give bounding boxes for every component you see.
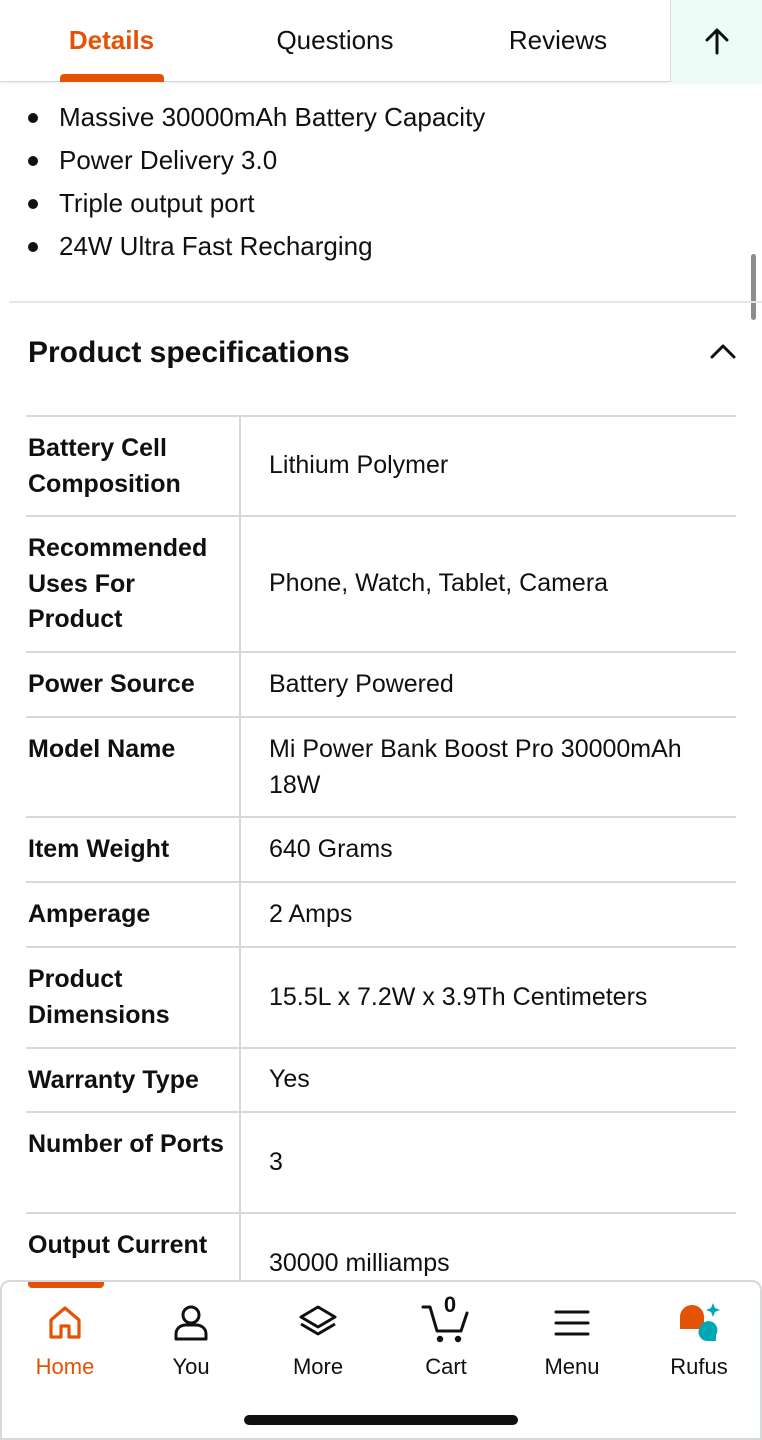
nav-label: You bbox=[172, 1354, 210, 1379]
spec-key: Recommended Uses For Product bbox=[26, 517, 241, 651]
chevron-up-icon bbox=[710, 344, 736, 359]
home-indicator bbox=[244, 1415, 518, 1425]
bullet-dot bbox=[28, 242, 38, 252]
nav-label: Cart bbox=[425, 1354, 467, 1379]
spec-key: Model Name bbox=[26, 718, 241, 816]
tab-questions[interactable]: Questions bbox=[255, 0, 415, 80]
spec-value: 15.5L x 7.2W x 3.9Th Centimeters bbox=[269, 982, 648, 1011]
highlight-text: Massive 30000mAh Battery Capacity bbox=[59, 102, 486, 132]
cart-icon: 0 bbox=[421, 1292, 471, 1348]
spec-row: Power Source Battery Powered bbox=[26, 653, 736, 718]
highlight-text: Triple output port bbox=[59, 188, 255, 218]
arrow-up-icon bbox=[705, 28, 728, 55]
spec-row: Item Weight 640 Grams bbox=[26, 818, 736, 883]
spec-value: 2 Amps bbox=[269, 899, 353, 928]
spec-value: Battery Powered bbox=[269, 669, 454, 698]
back-to-top-button[interactable] bbox=[670, 0, 762, 82]
spec-value: Yes bbox=[269, 1065, 310, 1094]
nav-menu[interactable]: Menu bbox=[517, 1294, 627, 1384]
bullet-dot bbox=[28, 113, 38, 123]
section-tab-bar: Details Questions Reviews bbox=[0, 0, 762, 82]
nav-you[interactable]: You bbox=[136, 1294, 246, 1384]
spec-key: Product Dimensions bbox=[26, 948, 241, 1047]
nav-label: Home bbox=[35, 1354, 95, 1379]
spec-value: Mi Power Bank Boost Pro 30000mAh 18W bbox=[269, 735, 682, 799]
home-icon bbox=[40, 1298, 90, 1348]
tab-reviews[interactable]: Reviews bbox=[488, 0, 628, 80]
bullet-dot bbox=[28, 199, 38, 209]
nav-label: Rufus bbox=[670, 1354, 728, 1379]
nav-label: Menu bbox=[544, 1354, 600, 1379]
highlight-text: 24W Ultra Fast Recharging bbox=[59, 231, 373, 261]
spec-value: 3 bbox=[269, 1147, 283, 1176]
spec-value: Lithium Polymer bbox=[269, 451, 449, 480]
spec-key: Battery Cell Composition bbox=[26, 417, 241, 515]
highlight-item: 24W Ultra Fast Recharging bbox=[0, 225, 762, 268]
nav-cart[interactable]: 0 Cart bbox=[391, 1292, 501, 1384]
cart-count-badge: 0 bbox=[443, 1292, 457, 1317]
specs-table: Battery Cell Composition Lithium Polymer… bbox=[26, 415, 736, 1280]
highlight-item: Triple output port bbox=[0, 182, 762, 225]
spec-value: 640 Grams bbox=[269, 834, 393, 863]
spec-row: Model Name Mi Power Bank Boost Pro 30000… bbox=[26, 718, 736, 818]
nav-label: More bbox=[292, 1354, 344, 1379]
menu-icon bbox=[547, 1298, 597, 1348]
product-highlights: Massive 30000mAh Battery Capacity Power … bbox=[0, 96, 762, 268]
section-divider bbox=[9, 301, 762, 303]
spec-key: Output Current bbox=[26, 1214, 241, 1280]
spec-key: Item Weight bbox=[26, 818, 241, 881]
nav-home[interactable]: Home bbox=[10, 1294, 120, 1384]
page-scrollbar[interactable] bbox=[751, 254, 756, 320]
layers-icon bbox=[293, 1298, 343, 1348]
bullet-dot bbox=[28, 156, 38, 166]
spec-row: Amperage 2 Amps bbox=[26, 883, 736, 948]
spec-row: Recommended Uses For Product Phone, Watc… bbox=[26, 517, 736, 653]
specs-collapse-button[interactable] bbox=[706, 334, 740, 368]
highlight-item: Massive 30000mAh Battery Capacity bbox=[0, 96, 762, 139]
active-tab-indicator bbox=[60, 74, 164, 82]
highlight-item: Power Delivery 3.0 bbox=[0, 139, 762, 182]
specs-heading[interactable]: Product specifications bbox=[28, 330, 350, 376]
spec-row: Number of Ports 3 bbox=[26, 1113, 736, 1214]
spec-row: Battery Cell Composition Lithium Polymer bbox=[26, 417, 736, 517]
spec-key: Warranty Type bbox=[26, 1049, 241, 1111]
user-icon bbox=[166, 1298, 216, 1348]
spec-row: Product Dimensions 15.5L x 7.2W x 3.9Th … bbox=[26, 948, 736, 1049]
spec-value: 30000 milliamps bbox=[269, 1248, 450, 1277]
rufus-icon bbox=[674, 1298, 724, 1348]
spec-key: Power Source bbox=[26, 653, 241, 716]
nav-more[interactable]: More bbox=[263, 1294, 373, 1384]
spec-row: Output Current 30000 milliamps bbox=[26, 1214, 736, 1280]
active-nav-indicator bbox=[28, 1282, 104, 1288]
spec-key: Amperage bbox=[26, 883, 241, 946]
highlight-text: Power Delivery 3.0 bbox=[59, 145, 278, 175]
spec-key: Number of Ports bbox=[26, 1113, 241, 1212]
spec-value: Phone, Watch, Tablet, Camera bbox=[269, 569, 609, 598]
tab-details[interactable]: Details bbox=[40, 0, 183, 80]
spec-row: Warranty Type Yes bbox=[26, 1049, 736, 1113]
nav-rufus[interactable]: Rufus bbox=[644, 1294, 754, 1384]
